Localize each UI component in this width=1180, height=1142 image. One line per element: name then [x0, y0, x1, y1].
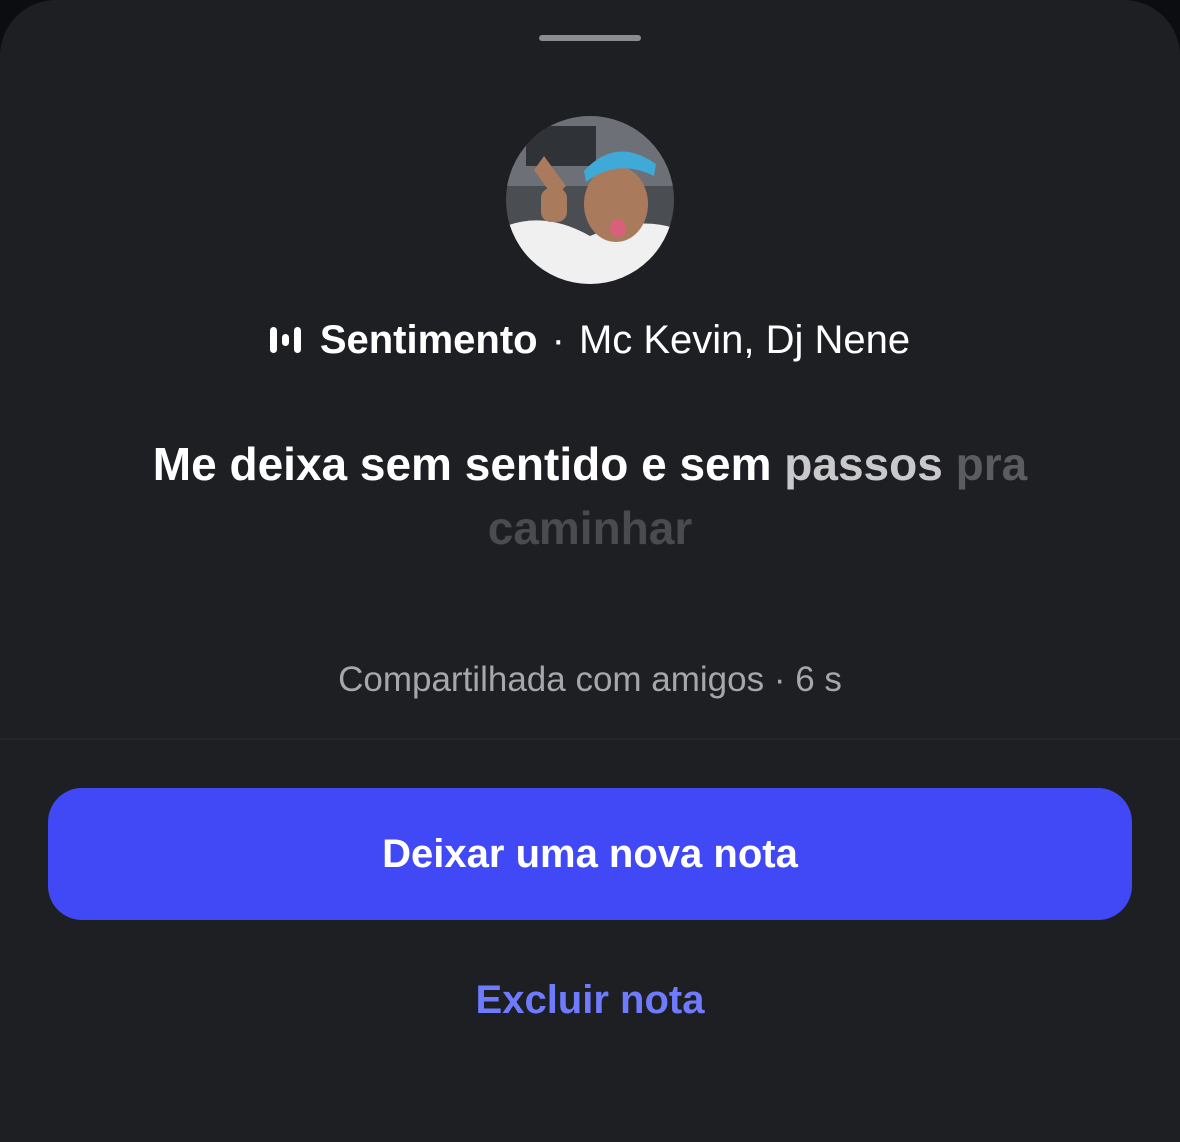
share-meta: Compartilhada com amigos · 6 s: [338, 660, 842, 699]
song-separator: ·: [551, 317, 565, 362]
lyric-segment: caminhar: [487, 502, 693, 554]
song-artist: Mc Kevin, Dj Nene: [578, 317, 911, 362]
delete-note-button[interactable]: Excluir nota: [0, 968, 1180, 1032]
music-bars-icon: [269, 327, 302, 353]
avatar: [506, 116, 674, 284]
song-info[interactable]: Sentimento · Mc Kevin, Dj Nene: [0, 312, 1180, 368]
note-bottom-sheet: Sentimento · Mc Kevin, Dj Nene Me deixa …: [0, 0, 1180, 1142]
new-note-button[interactable]: Deixar uma nova nota: [48, 788, 1132, 920]
divider: [0, 738, 1180, 740]
song-title: Sentimento: [319, 317, 538, 362]
lyric-text: Me deixa sem sentido e sem passos pra ca…: [100, 432, 1080, 560]
lyric-segment: Me deixa sem sentido e sem: [152, 438, 785, 490]
lyric-segment: pra: [942, 438, 1028, 490]
lyric-segment: passos: [784, 438, 943, 490]
sheet-grabber[interactable]: [539, 35, 641, 41]
